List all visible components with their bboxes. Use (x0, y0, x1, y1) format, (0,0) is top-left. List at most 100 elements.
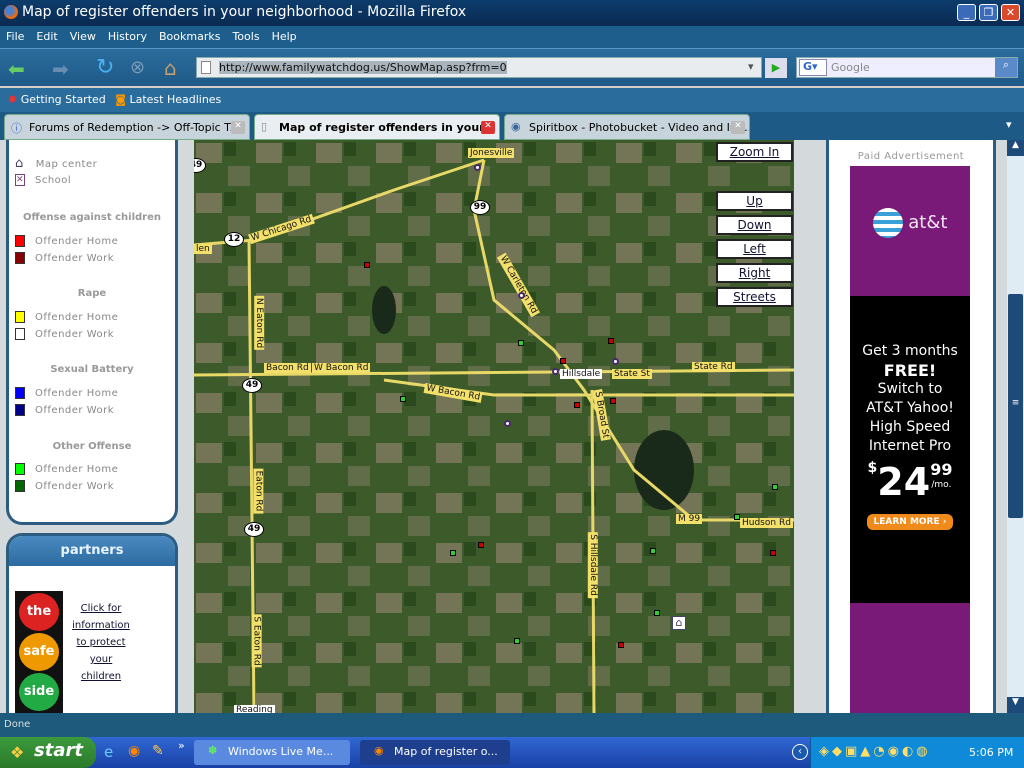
reload-icon[interactable]: ↻ (96, 55, 114, 80)
rss-icon: ◙ (115, 93, 126, 106)
info-icon: ⓘ (11, 122, 22, 135)
menu-history[interactable]: History (102, 26, 153, 43)
map-label: M 99 (676, 514, 703, 524)
map-label: W Bacon Rd (312, 363, 371, 373)
tab-forums[interactable]: ⓘ Forums of Redemption -> Off-Topic T... ✕ (4, 114, 250, 140)
start-button[interactable]: ❖ start (0, 737, 96, 768)
close-tab-icon[interactable]: ✕ (231, 121, 245, 134)
map-legend: ⌂ Map center ✕ School Offense against chil… (6, 140, 178, 525)
ad-label: Paid Advertisement (857, 151, 965, 162)
legend-item: Offender Work (15, 404, 114, 416)
menu-view[interactable]: View (64, 26, 102, 43)
att-logo: at&t (850, 166, 970, 296)
offender-marker (560, 358, 566, 364)
offender-marker (518, 340, 524, 346)
close-button[interactable]: ✕ (1001, 4, 1020, 21)
firefox-icon[interactable]: ◉ (128, 743, 140, 759)
offender-marker (478, 542, 484, 548)
close-tab-icon[interactable]: ✕ (731, 121, 745, 134)
menu-edit[interactable]: Edit (30, 26, 63, 43)
minimize-button[interactable]: _ (957, 4, 976, 21)
tab-map[interactable]: ▯ Map of register offenders in your... ✕ (254, 114, 500, 140)
pan-left-button[interactable]: Left (716, 239, 793, 259)
legend-item: Offender Work (15, 328, 114, 340)
google-engine-icon[interactable]: G▾ (799, 59, 827, 76)
legend-item: Offender Work (15, 252, 114, 264)
photobucket-icon: ◉ (511, 120, 521, 133)
ad-text: Get 3 months (862, 343, 958, 359)
streets-button[interactable]: Streets (716, 287, 793, 307)
pan-right-button[interactable]: Right (716, 263, 793, 283)
ad-text: FREE! (883, 361, 937, 380)
ie-icon[interactable]: e (104, 743, 113, 761)
map-label: State St (612, 369, 652, 379)
search-input[interactable]: Google G▾ ⌕ (796, 57, 1018, 78)
pan-up-button[interactable]: Up (716, 191, 793, 211)
house-icon: ⌂ (15, 156, 24, 171)
ad-text: Switch to (877, 381, 943, 397)
windows-logo-icon: ❖ (10, 743, 25, 762)
ad-text: Internet Pro (868, 438, 952, 454)
offender-marker (610, 398, 616, 404)
quicklaunch-icon[interactable]: ✎ (152, 743, 164, 759)
tab-label: Forums of Redemption -> Off-Topic T... (29, 121, 241, 134)
offender-marker (654, 610, 660, 616)
bookmark-latest-headlines[interactable]: Latest Headlines (129, 93, 221, 106)
ad-text: High Speed (869, 419, 951, 435)
school-marker (504, 420, 511, 427)
show-hidden-icons[interactable]: ‹ (792, 744, 808, 760)
page-icon: ▯ (261, 120, 268, 133)
offender-marker (364, 262, 370, 268)
maximize-button[interactable]: ❐ (979, 4, 998, 21)
tab-list-icon[interactable]: ▾ (1006, 118, 1012, 131)
legend-item: Offender Home (15, 311, 118, 323)
close-tab-icon[interactable]: ✕ (481, 121, 495, 134)
safe-side-logo[interactable]: the safe side (15, 591, 63, 713)
offender-marker (772, 484, 778, 490)
tray-icons[interactable]: ◈◆▣▲◔◉◐◍ (819, 744, 931, 759)
map-label: Bacon Rd (264, 363, 311, 373)
bookmark-getting-started[interactable]: Getting Started (21, 93, 106, 106)
page-icon (201, 61, 211, 74)
taskbar-item-messenger[interactable]: ✽ Windows Live Me... (194, 740, 350, 765)
menu-help[interactable]: Help (266, 26, 303, 43)
stop-icon[interactable]: ⊗ (130, 57, 145, 78)
forward-icon[interactable]: ➡ (52, 57, 69, 81)
scroll-up-icon[interactable]: ▲ (1007, 140, 1024, 156)
school-marker (552, 368, 559, 375)
att-advertisement[interactable]: at&t Get 3 months FREE! Switch to AT&T Y… (850, 166, 970, 713)
menu-bookmarks[interactable]: Bookmarks (153, 26, 226, 43)
route-shield: 99 (470, 200, 490, 215)
go-button[interactable]: ▶ (765, 58, 787, 78)
home-icon[interactable]: ⌂ (164, 56, 177, 80)
partners-panel: partners the safe side Click for informat… (6, 533, 178, 713)
legend-school: ✕ School (15, 174, 72, 186)
menu-tools[interactable]: Tools (226, 26, 265, 43)
zoom-in-button[interactable]: Zoom In (716, 142, 793, 162)
url-bar[interactable]: http://www.familywatchdog.us/ShowMap.asp… (196, 57, 762, 78)
map-label: Reading (234, 705, 275, 713)
partners-title: partners (9, 536, 175, 566)
taskbar-item-firefox[interactable]: ◉ Map of register o... (360, 740, 510, 765)
learn-more-button[interactable]: LEARN MORE › (867, 514, 953, 530)
search-icon[interactable]: ⌕ (995, 58, 1017, 77)
taskbar: ❖ start e ◉ ✎ » ✽ Windows Live Me... ◉ Map … (0, 737, 1024, 768)
tab-spiritbox[interactable]: ◉ Spiritbox - Photobucket - Video and Im.… (504, 114, 750, 140)
vertical-scrollbar[interactable]: ▲ ≡ ▼ (1007, 140, 1024, 713)
legend-item: Offender Home (15, 235, 118, 247)
offender-marker (574, 402, 580, 408)
safe-side-link[interactable]: Click for information to protect your childr… (61, 600, 141, 685)
dropdown-icon[interactable]: ▾ (748, 60, 754, 73)
scroll-thumb[interactable]: ≡ (1008, 294, 1023, 518)
pan-down-button[interactable]: Down (716, 215, 793, 235)
menu-file[interactable]: File (0, 26, 30, 43)
map-label: N Eaton Rd (254, 295, 265, 351)
scroll-down-icon[interactable]: ▼ (1007, 697, 1024, 713)
back-icon[interactable]: ⬅ (8, 57, 25, 81)
school-marker (612, 358, 619, 365)
satellite-map[interactable]: Jonesville len W Chicago Rd W Carleton R… (194, 140, 794, 713)
tab-bar: ⓘ Forums of Redemption -> Off-Topic T... ✕… (0, 112, 1024, 140)
route-shield: 12 (224, 232, 244, 247)
route-shield: 49 (242, 378, 262, 393)
more-icon[interactable]: » (178, 739, 185, 752)
